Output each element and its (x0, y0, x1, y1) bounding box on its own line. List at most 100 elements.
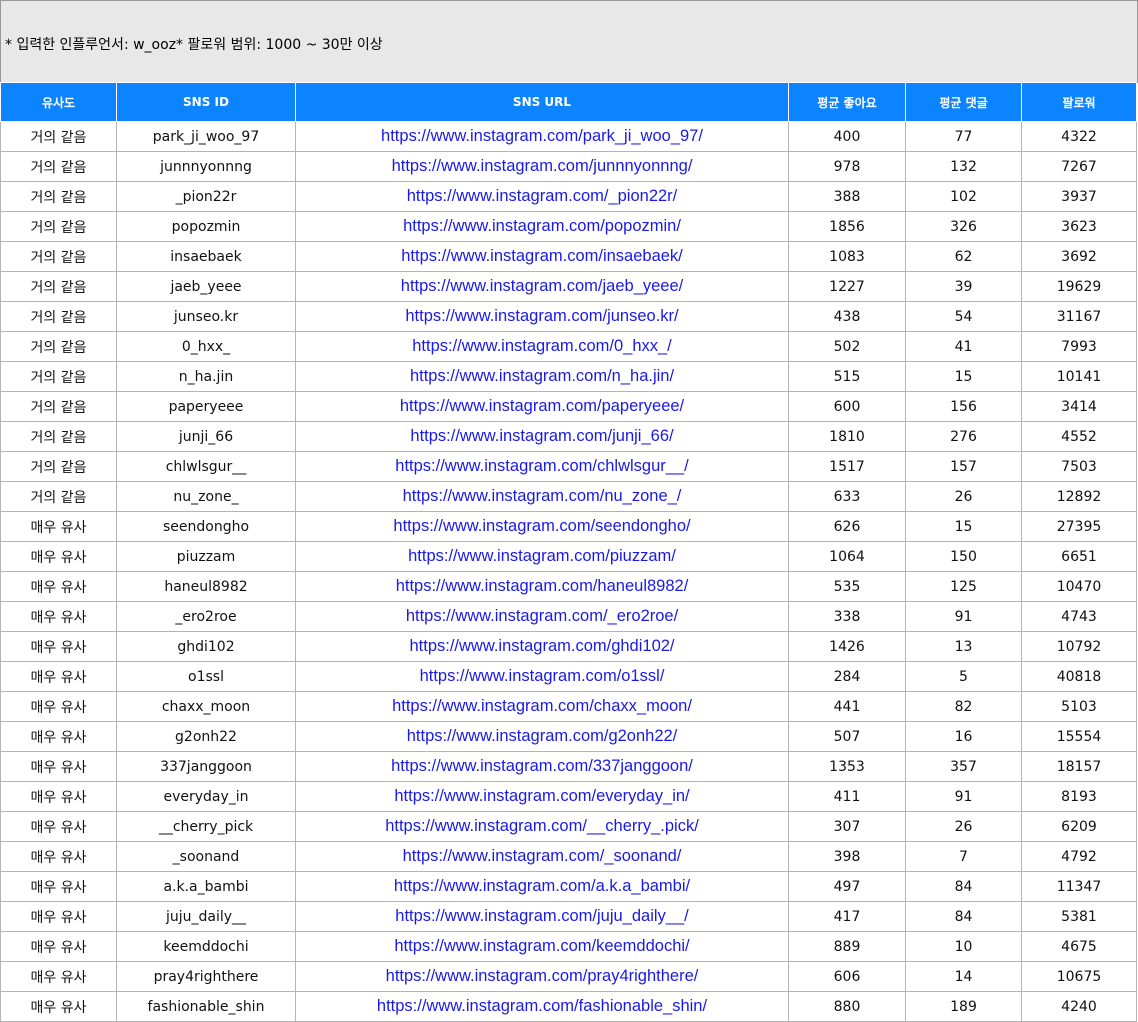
instagram-profile-link[interactable]: https://www.instagram.com/everyday_in/ (394, 787, 689, 805)
sns-id-cell: _ero2roe (116, 601, 296, 632)
sns-id-cell: junnnyonnng (116, 151, 296, 182)
instagram-profile-link[interactable]: https://www.instagram.com/juju_daily__/ (395, 907, 688, 925)
instagram-profile-link[interactable]: https://www.instagram.com/__cherry_.pick… (385, 817, 699, 835)
instagram-profile-link[interactable]: https://www.instagram.com/_ero2roe/ (406, 607, 678, 625)
sns-url-cell: https://www.instagram.com/junnnyonnng/ (295, 151, 789, 182)
followers-cell: 3414 (1021, 391, 1137, 422)
instagram-profile-link[interactable]: https://www.instagram.com/o1ssl/ (420, 667, 665, 685)
similarity-cell: 매우 유사 (0, 601, 117, 632)
similarity-cell: 매우 유사 (0, 871, 117, 902)
sns-id-cell: __cherry_pick (116, 811, 296, 842)
sns-url-cell: https://www.instagram.com/n_ha.jin/ (295, 361, 789, 392)
sns-url-cell: https://www.instagram.com/337janggoon/ (295, 751, 789, 782)
sns-url-cell: https://www.instagram.com/o1ssl/ (295, 661, 789, 692)
results-page: * 입력한 인플루언서: w_ooz* 팔로워 범위: 1000 ~ 30만 이… (0, 0, 1138, 1022)
avg-comments-cell: 82 (905, 691, 1022, 722)
column-header-avg-comments[interactable]: 평균 댓글 (905, 82, 1022, 122)
sns-id-cell: fashionable_shin (116, 991, 296, 1022)
table-row: 거의 같음 nu_zone_ https://www.instagram.com/n… (0, 481, 1137, 512)
table-row: 거의 같음 chlwlsgur__ https://www.instagram.co… (0, 451, 1137, 482)
instagram-profile-link[interactable]: https://www.instagram.com/junji_66/ (410, 427, 673, 445)
followers-cell: 4240 (1021, 991, 1137, 1022)
instagram-profile-link[interactable]: https://www.instagram.com/chaxx_moon/ (392, 697, 692, 715)
similarity-cell: 거의 같음 (0, 391, 117, 422)
sns-id-cell: everyday_in (116, 781, 296, 812)
instagram-profile-link[interactable]: https://www.instagram.com/popozmin/ (403, 217, 681, 235)
instagram-profile-link[interactable]: https://www.instagram.com/0_hxx_/ (412, 337, 672, 355)
followers-cell: 7503 (1021, 451, 1137, 482)
avg-comments-cell: 13 (905, 631, 1022, 662)
sns-id-cell: junseo.kr (116, 301, 296, 332)
instagram-profile-link[interactable]: https://www.instagram.com/junseo.kr/ (405, 307, 678, 325)
sns-url-cell: https://www.instagram.com/a.k.a_bambi/ (295, 871, 789, 902)
similarity-cell: 매우 유사 (0, 901, 117, 932)
instagram-profile-link[interactable]: https://www.instagram.com/chlwlsgur__/ (395, 457, 688, 475)
sns-url-cell: https://www.instagram.com/insaebaek/ (295, 241, 789, 272)
sns-id-cell: popozmin (116, 211, 296, 242)
instagram-profile-link[interactable]: https://www.instagram.com/pray4righthere… (386, 967, 699, 985)
sns-id-cell: n_ha.jin (116, 361, 296, 392)
instagram-profile-link[interactable]: https://www.instagram.com/n_ha.jin/ (410, 367, 674, 385)
avg-comments-cell: 132 (905, 151, 1022, 182)
column-header-avg-likes[interactable]: 평균 좋아요 (788, 82, 906, 122)
instagram-profile-link[interactable]: https://www.instagram.com/ghdi102/ (409, 637, 674, 655)
avg-likes-cell: 1810 (788, 421, 906, 452)
instagram-profile-link[interactable]: https://www.instagram.com/park_ji_woo_97… (381, 127, 703, 145)
instagram-profile-link[interactable]: https://www.instagram.com/paperyeee/ (400, 397, 684, 415)
table-row: 매우 유사 fashionable_shin https://www.instagr… (0, 991, 1137, 1022)
column-header-sns-id[interactable]: SNS ID (116, 82, 296, 122)
instagram-profile-link[interactable]: https://www.instagram.com/nu_zone_/ (403, 487, 682, 505)
avg-comments-cell: 357 (905, 751, 1022, 782)
followers-cell: 4675 (1021, 931, 1137, 962)
table-row: 매우 유사 a.k.a_bambi https://www.instagram.co… (0, 871, 1137, 902)
instagram-profile-link[interactable]: https://www.instagram.com/a.k.a_bambi/ (394, 877, 690, 895)
table-header-row: 유사도 SNS ID SNS URL 평균 좋아요 평균 댓글 팔로워 (0, 82, 1137, 122)
sns-id-cell: 0_hxx_ (116, 331, 296, 362)
instagram-profile-link[interactable]: https://www.instagram.com/junnnyonnng/ (392, 157, 693, 175)
column-header-similarity[interactable]: 유사도 (0, 82, 117, 122)
table-row: 거의 같음 0_hxx_ https://www.instagram.com/0_h… (0, 331, 1137, 362)
similarity-cell: 거의 같음 (0, 301, 117, 332)
column-header-sns-url[interactable]: SNS URL (295, 82, 789, 122)
instagram-profile-link[interactable]: https://www.instagram.com/insaebaek/ (401, 247, 683, 265)
instagram-profile-link[interactable]: https://www.instagram.com/fashionable_sh… (377, 997, 707, 1015)
instagram-profile-link[interactable]: https://www.instagram.com/keemddochi/ (394, 937, 689, 955)
avg-likes-cell: 1353 (788, 751, 906, 782)
instagram-profile-link[interactable]: https://www.instagram.com/337janggoon/ (391, 757, 693, 775)
avg-comments-cell: 26 (905, 811, 1022, 842)
sns-url-cell: https://www.instagram.com/chlwlsgur__/ (295, 451, 789, 482)
similarity-cell: 매우 유사 (0, 631, 117, 662)
table-row: 거의 같음 junseo.kr https://www.instagram.com/… (0, 301, 1137, 332)
sns-url-cell: https://www.instagram.com/junseo.kr/ (295, 301, 789, 332)
instagram-profile-link[interactable]: https://www.instagram.com/g2onh22/ (407, 727, 678, 745)
table-row: 매우 유사 337janggoon https://www.instagram.co… (0, 751, 1137, 782)
instagram-profile-link[interactable]: https://www.instagram.com/haneul8982/ (396, 577, 689, 595)
followers-cell: 10792 (1021, 631, 1137, 662)
sns-url-cell: https://www.instagram.com/0_hxx_/ (295, 331, 789, 362)
followers-cell: 10470 (1021, 571, 1137, 602)
avg-likes-cell: 307 (788, 811, 906, 842)
instagram-profile-link[interactable]: https://www.instagram.com/_soonand/ (403, 847, 682, 865)
table-row: 매우 유사 everyday_in https://www.instagram.co… (0, 781, 1137, 812)
table-row: 거의 같음 junji_66 https://www.instagram.com/j… (0, 421, 1137, 452)
instagram-profile-link[interactable]: https://www.instagram.com/_pion22r/ (407, 187, 678, 205)
avg-comments-cell: 54 (905, 301, 1022, 332)
similarity-cell: 거의 같음 (0, 211, 117, 242)
table-row: 거의 같음 junnnyonnng https://www.instagram.co… (0, 151, 1137, 182)
instagram-profile-link[interactable]: https://www.instagram.com/seendongho/ (393, 517, 690, 535)
similarity-cell: 매우 유사 (0, 991, 117, 1022)
avg-likes-cell: 1227 (788, 271, 906, 302)
column-header-followers[interactable]: 팔로워 (1021, 82, 1137, 122)
avg-likes-cell: 1083 (788, 241, 906, 272)
instagram-profile-link[interactable]: https://www.instagram.com/jaeb_yeee/ (401, 277, 683, 295)
sns-id-cell: nu_zone_ (116, 481, 296, 512)
instagram-profile-link[interactable]: https://www.instagram.com/piuzzam/ (408, 547, 676, 565)
search-info-text: * 입력한 인플루언서: w_ooz* 팔로워 범위: 1000 ~ 30만 이… (5, 37, 383, 53)
avg-likes-cell: 1856 (788, 211, 906, 242)
similarity-cell: 매우 유사 (0, 511, 117, 542)
sns-id-cell: _soonand (116, 841, 296, 872)
table-body: 거의 같음 park_ji_woo_97 https://www.instagram… (0, 121, 1137, 1022)
table-row: 거의 같음 n_ha.jin https://www.instagram.com/n… (0, 361, 1137, 392)
similarity-cell: 매우 유사 (0, 751, 117, 782)
avg-likes-cell: 633 (788, 481, 906, 512)
